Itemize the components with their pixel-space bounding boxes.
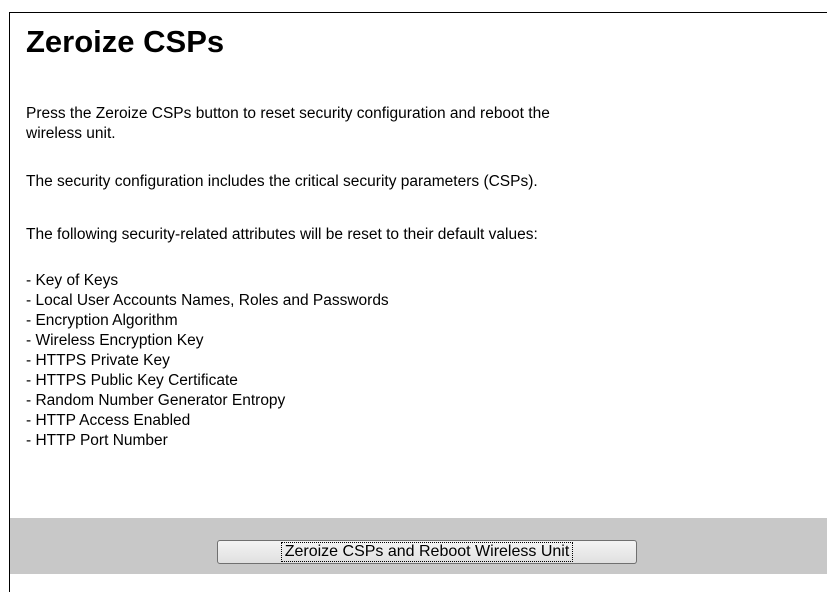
attribute-item-http-port-number: - HTTP Port Number	[26, 432, 168, 449]
zeroize-reboot-button-label: Zeroize CSPs and Reboot Wireless Unit	[280, 542, 574, 562]
attribute-item-encryption-algorithm: - Encryption Algorithm	[26, 312, 178, 329]
csp-definition-text: The security configuration includes the …	[26, 173, 538, 190]
attribute-list-heading: The following security-related attribute…	[26, 226, 538, 243]
attribute-item-https-public-key-certificate: - HTTPS Public Key Certificate	[26, 372, 238, 389]
intro-text: Press the Zeroize CSPs button to reset s…	[26, 104, 550, 144]
reset-attribute-list: - Key of Keys - Local User Accounts Name…	[26, 271, 389, 451]
attribute-item-key-of-keys: - Key of Keys	[26, 272, 119, 289]
attribute-item-user-accounts: - Local User Accounts Names, Roles and P…	[26, 292, 389, 309]
attribute-item-https-private-key: - HTTPS Private Key	[26, 352, 170, 369]
page-title: Zeroize CSPs	[26, 24, 225, 59]
attribute-item-wireless-encryption-key: - Wireless Encryption Key	[26, 332, 204, 349]
intro-line-1: Press the Zeroize CSPs button to reset s…	[26, 105, 550, 122]
attribute-item-rng-entropy: - Random Number Generator Entropy	[26, 392, 286, 409]
zeroize-reboot-button[interactable]: Zeroize CSPs and Reboot Wireless Unit	[217, 540, 637, 564]
intro-line-2: wireless unit.	[26, 125, 116, 142]
attribute-item-http-access-enabled: - HTTP Access Enabled	[26, 412, 191, 429]
